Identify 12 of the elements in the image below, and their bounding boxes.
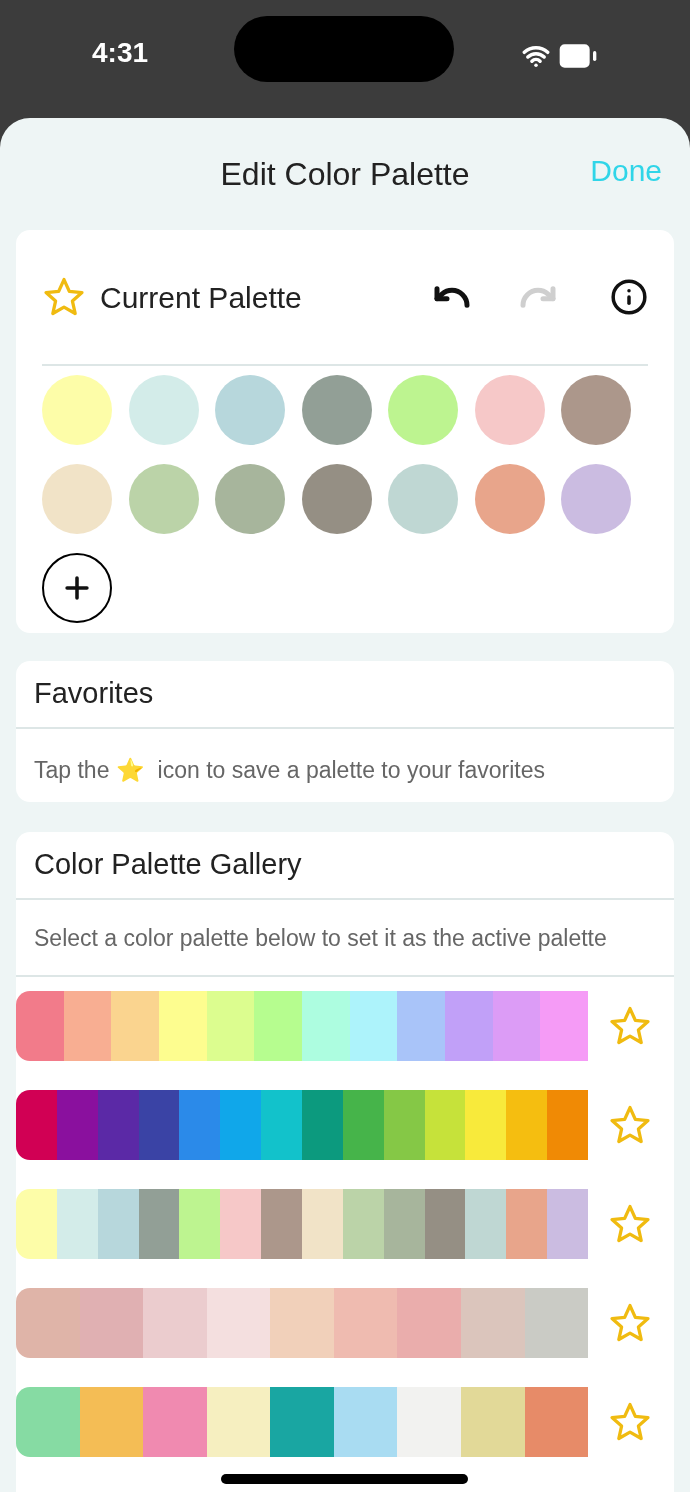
gallery-description: Select a color palette below to set it as the active palette xyxy=(34,924,608,953)
info-button[interactable] xyxy=(610,278,648,316)
palette-title: Current Palette xyxy=(100,279,303,316)
info-icon xyxy=(610,278,648,316)
section-title: Color Palette Gallery xyxy=(34,847,302,883)
sheet-title: Edit Color Palette xyxy=(220,155,470,194)
status-time: 4:31 xyxy=(92,36,150,70)
palette-strip[interactable] xyxy=(16,1090,588,1160)
section-title: Favorites xyxy=(34,676,154,712)
add-color-button[interactable] xyxy=(42,553,112,623)
done-button[interactable]: Done xyxy=(590,148,662,193)
favorites-hint: Tap the ⭐ icon to save a palette to your favorites xyxy=(34,757,545,783)
